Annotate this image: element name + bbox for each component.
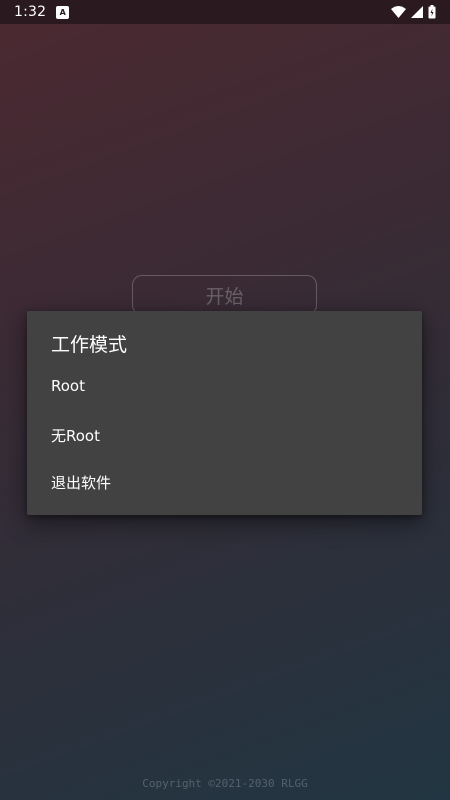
status-left: 1:32 A: [14, 4, 70, 20]
notification-icon: A: [56, 5, 70, 19]
status-time: 1:32: [14, 4, 47, 20]
menu-item-label: Root: [51, 377, 85, 395]
menu-item-no-root[interactable]: 无Root: [27, 411, 422, 459]
menu-item-label: 退出软件: [51, 473, 112, 492]
wifi-icon: [391, 6, 406, 18]
copyright-text: Copyright ©2021-2030 RLGG: [142, 777, 308, 790]
signal-icon: [411, 6, 423, 18]
app-screen: 1:32 A 开始 工作模式 Root 无Root 退出软件 Copyright…: [0, 0, 450, 800]
work-mode-dialog: 工作模式 Root 无Root 退出软件: [27, 311, 422, 515]
battery-icon: [428, 5, 436, 19]
menu-item-root[interactable]: Root: [27, 362, 422, 410]
status-bar: 1:32 A: [0, 0, 450, 24]
status-icons: [391, 5, 436, 19]
dialog-title: 工作模式: [51, 334, 128, 356]
menu-item-exit[interactable]: 退出软件: [27, 458, 422, 506]
menu-item-label: 无Root: [51, 426, 100, 445]
